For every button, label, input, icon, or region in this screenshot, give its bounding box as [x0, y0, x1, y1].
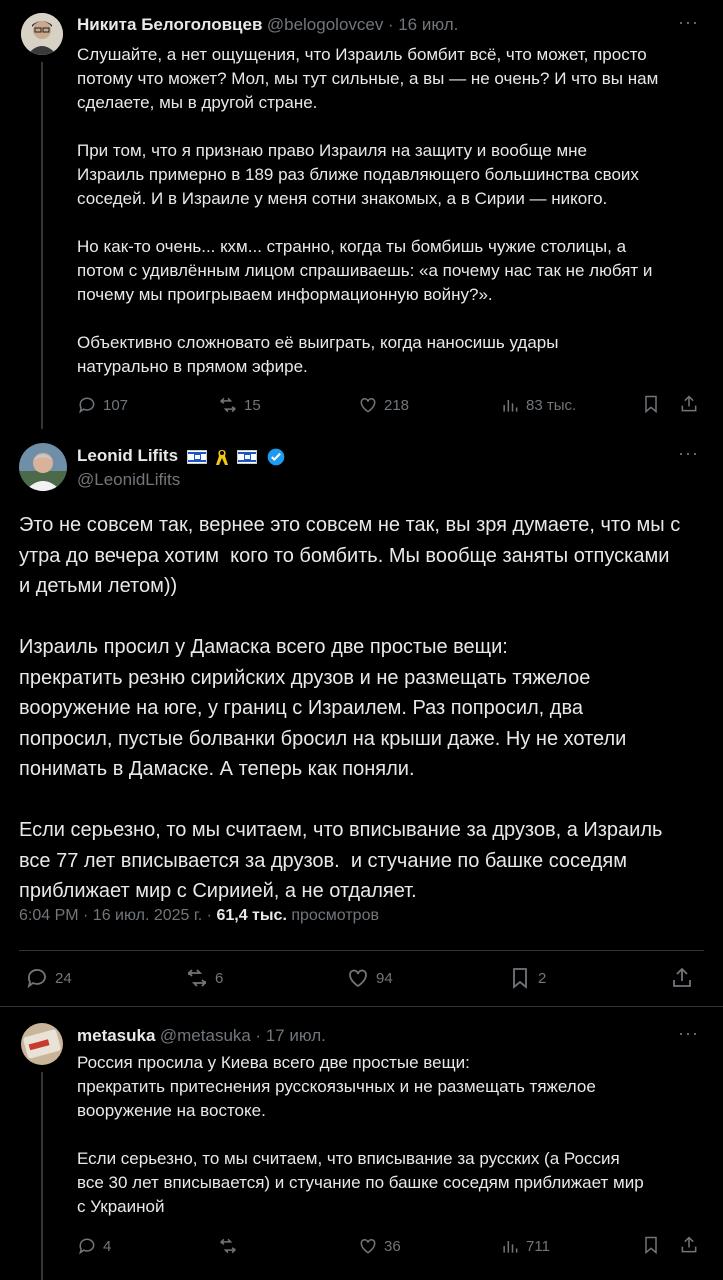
repost-icon — [220, 397, 236, 413]
reply-button[interactable]: 4 — [77, 1236, 111, 1256]
tweet-text: Россия просила у Киева всего две простые… — [77, 1053, 644, 1216]
more-options-icon[interactable]: ··· — [678, 12, 699, 33]
divider — [0, 1006, 723, 1007]
share-button[interactable] — [670, 966, 694, 990]
thread-line — [41, 1072, 43, 1280]
tweet-date[interactable]: · 16 июл. — [388, 15, 459, 34]
tweet-timestamp: 6:04 PM · 16 июл. 2025 г. · 61,4 тыс. пр… — [19, 907, 379, 925]
avatar-belogolovcev[interactable] — [21, 13, 63, 55]
thread-line — [41, 62, 43, 429]
avatar-leonid-lifits[interactable] — [19, 443, 67, 491]
reply-icon — [79, 1238, 95, 1255]
reply-count: 4 — [103, 1237, 112, 1255]
bookmark-icon — [645, 1236, 657, 1255]
tweet-text: Это не совсем так, вернее это совсем не … — [19, 514, 681, 902]
view-count: 711 — [526, 1237, 550, 1255]
like-button[interactable]: 94 — [346, 966, 393, 990]
tweet-2-header: Leonid Lifits — [77, 446, 286, 467]
repost-count: 6 — [215, 969, 224, 987]
repost-icon — [187, 969, 207, 987]
view-count: 83 тыс. — [526, 396, 577, 414]
bookmark-button[interactable] — [641, 1235, 661, 1255]
bookmark-button[interactable]: 2 — [508, 966, 546, 990]
author-handle[interactable]: @metasuka — [160, 1026, 251, 1045]
bookmark-icon — [513, 968, 527, 989]
share-button[interactable] — [679, 1235, 699, 1255]
more-options-icon[interactable]: ··· — [678, 443, 699, 464]
author-handle[interactable]: @belogolovcev — [267, 15, 384, 34]
views-label: просмотров — [286, 907, 379, 924]
bookmark-count: 2 — [538, 969, 547, 987]
analytics-icon — [503, 1241, 518, 1253]
views-button[interactable]: 711 — [500, 1236, 550, 1256]
like-button[interactable]: 218 — [358, 395, 409, 415]
tweet-1-header: Никита Белоголовцев @belogolovcev · 16 и… — [77, 15, 458, 35]
reply-count: 107 — [103, 396, 129, 414]
share-icon — [681, 1236, 697, 1253]
like-count: 94 — [376, 969, 393, 987]
views-count: 61,4 тыс. — [216, 907, 287, 924]
avatar-image — [21, 13, 63, 55]
israel-flag-icon — [237, 449, 258, 464]
share-icon — [681, 395, 697, 412]
timestamp-text[interactable]: 6:04 PM · 16 июл. 2025 г. · — [19, 907, 216, 924]
repost-icon — [220, 1238, 236, 1254]
author-name[interactable]: metasuka — [77, 1026, 155, 1045]
bookmark-button[interactable] — [641, 394, 661, 414]
reply-icon — [27, 969, 46, 989]
repost-button[interactable]: 6 — [185, 966, 223, 990]
share-button[interactable] — [679, 394, 699, 414]
tweet-text: Слушайте, а нет ощущения, что Израиль бо… — [77, 45, 659, 376]
author-handle[interactable]: @LeonidLifits — [77, 470, 180, 490]
avatar-image — [21, 1023, 63, 1065]
tweet-date[interactable]: · 17 июл. — [255, 1026, 326, 1045]
reply-icon — [79, 397, 95, 414]
like-button[interactable]: 36 — [358, 1236, 401, 1256]
heart-icon — [349, 969, 367, 988]
divider — [19, 950, 704, 951]
author-name[interactable]: Никита Белоголовцев — [77, 15, 262, 34]
repost-button[interactable]: 15 — [218, 395, 261, 415]
heart-icon — [360, 397, 376, 413]
like-count: 218 — [384, 396, 410, 414]
reply-count: 24 — [55, 969, 72, 987]
israel-flag-icon — [186, 449, 207, 464]
reply-button[interactable]: 107 — [77, 395, 128, 415]
bookmark-icon — [645, 395, 657, 414]
share-icon — [673, 967, 691, 987]
analytics-icon — [503, 400, 518, 412]
like-count: 36 — [384, 1237, 401, 1255]
repost-count: 15 — [244, 396, 261, 414]
avatar-image — [19, 443, 67, 491]
author-name[interactable]: Leonid Lifits — [77, 446, 178, 465]
views-button[interactable]: 83 тыс. — [500, 395, 576, 415]
avatar-metasuka[interactable] — [21, 1023, 63, 1065]
heart-icon — [360, 1238, 376, 1254]
yellow-ribbon-icon — [215, 449, 228, 465]
tweet-3-header: metasuka @metasuka · 17 июл. — [77, 1026, 326, 1046]
repost-button[interactable] — [218, 1236, 244, 1256]
reply-button[interactable]: 24 — [25, 966, 72, 990]
more-options-icon[interactable]: ··· — [678, 1023, 699, 1044]
verified-badge-icon — [267, 448, 285, 466]
